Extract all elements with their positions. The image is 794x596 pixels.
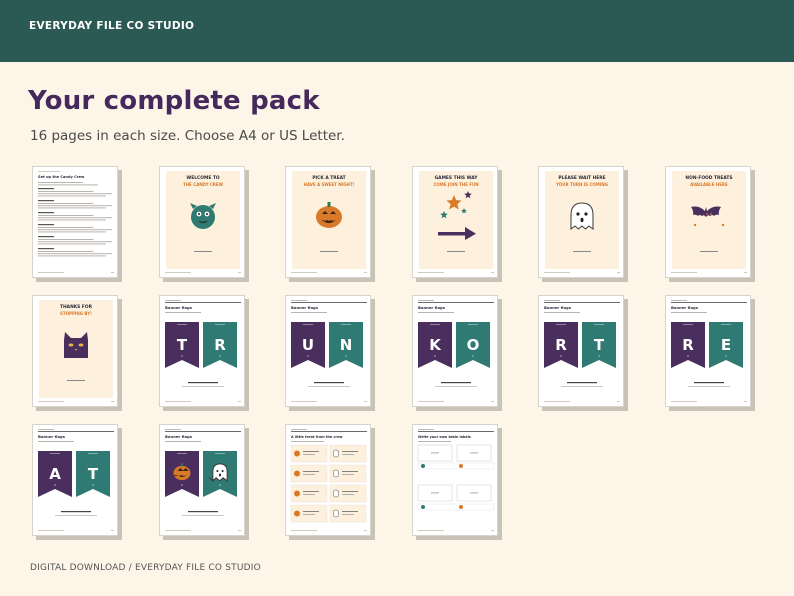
page-thumbnail: Banner flags R E	[664, 295, 755, 411]
svg-text:Write your own table labels: Write your own table labels	[418, 435, 471, 439]
banner-flag	[164, 451, 199, 497]
svg-text:COME JOIN THE FUN: COME JOIN THE FUN	[433, 182, 478, 187]
svg-text:YOUR TURN IS COMING: YOUR TURN IS COMING	[555, 182, 608, 187]
svg-text:Banner flags: Banner flags	[671, 305, 699, 310]
page-sheet: WELCOME TO THE CANDY CREW	[158, 166, 245, 278]
page-title: Your complete pack	[28, 86, 320, 116]
svg-text:Banner flags: Banner flags	[165, 434, 193, 439]
ghost-icon	[570, 202, 594, 230]
banner-flag	[202, 451, 237, 497]
page-thumbnail: Banner flags T R	[158, 295, 249, 411]
svg-text:Banner flags: Banner flags	[165, 305, 193, 310]
banner-flag: T	[582, 322, 616, 368]
svg-text:Banner flags: Banner flags	[38, 434, 66, 439]
page-sheet: Set up the Candy Crew	[32, 166, 118, 278]
page-sheet: GAMES THIS WAY COME JOIN THE FUN	[411, 166, 498, 278]
svg-text:A little treat from the crew: A little treat from the crew	[291, 435, 343, 439]
svg-text:K: K	[429, 336, 442, 354]
page-thumbnail: Banner flags R T	[538, 295, 628, 411]
svg-text:T: T	[594, 336, 605, 354]
page-sheet: Banner flags T R	[158, 295, 245, 407]
page-sheet: THANKS FOR STOPPING BY!	[32, 295, 118, 407]
banner-flag: E	[708, 322, 743, 368]
page-sheet: Banner flags	[158, 424, 245, 536]
svg-text:R: R	[214, 336, 226, 354]
svg-text:Banner flags: Banner flags	[418, 305, 446, 310]
page-thumbnail: Banner flags K O	[411, 295, 502, 411]
svg-text:U: U	[302, 336, 314, 354]
page-thumbnail: PLEASE WAIT HERE YOUR TURN IS COMING	[538, 166, 628, 282]
svg-text:NON-FOOD TREATS: NON-FOOD TREATS	[685, 175, 732, 181]
svg-text:AVAILABLE HERE: AVAILABLE HERE	[690, 182, 728, 187]
page-sheet: PLEASE WAIT HERE YOUR TURN IS COMING	[538, 166, 624, 278]
page-thumbnail: Banner flags A T	[32, 424, 122, 540]
banner-flag: T	[164, 322, 199, 368]
page-thumbnail: Banner flags	[158, 424, 249, 540]
svg-text:GAMES THIS WAY: GAMES THIS WAY	[434, 175, 478, 181]
page-thumbnail: NON-FOOD TREATS AVAILABLE HERE	[664, 166, 755, 282]
svg-text:Banner flags: Banner flags	[291, 305, 319, 310]
banner-flag: N	[329, 322, 363, 368]
svg-text:R: R	[682, 336, 694, 354]
banner-flag: R	[670, 322, 705, 368]
page-sheet: NON-FOOD TREATS AVAILABLE HERE	[664, 166, 751, 278]
banner-flag: U	[291, 322, 325, 368]
page-thumbnail: PICK A TREAT HAVE A SWEET NIGHT!	[285, 166, 375, 282]
footer-text: DIGITAL DOWNLOAD / EVERYDAY FILE CO STUD…	[30, 563, 261, 573]
brand-name: EVERYDAY FILE CO STUDIO	[29, 20, 195, 32]
svg-text:O: O	[466, 336, 479, 354]
page-thumbnail: Banner flags U N	[285, 295, 375, 411]
page-subtitle: 16 pages in each size. Choose A4 or US L…	[30, 128, 345, 144]
svg-text:PICK A TREAT: PICK A TREAT	[312, 175, 345, 181]
banner-flag: R	[202, 322, 237, 368]
page-sheet: Banner flags R E	[664, 295, 751, 407]
page-sheet: Banner flags U N	[285, 295, 371, 407]
page-thumbnail: THANKS FOR STOPPING BY!	[32, 295, 122, 411]
banner-flag: A	[38, 451, 72, 497]
page-thumbnail: A little treat from the crew	[285, 424, 375, 540]
svg-text:T: T	[88, 465, 99, 483]
page-thumbnail: WELCOME TO THE CANDY CREW	[158, 166, 249, 282]
svg-text:R: R	[555, 336, 567, 354]
svg-text:N: N	[340, 336, 353, 354]
svg-text:T: T	[176, 336, 187, 354]
banner-flag: O	[455, 322, 490, 368]
page-sheet: Banner flags K O	[411, 295, 498, 407]
page-thumbnail: Set up the Candy Crew	[32, 166, 122, 282]
svg-text:E: E	[720, 336, 730, 354]
svg-text:STOPPING BY!: STOPPING BY!	[60, 311, 92, 316]
svg-text:THANKS FOR: THANKS FOR	[60, 304, 93, 310]
svg-text:HAVE A SWEET NIGHT!: HAVE A SWEET NIGHT!	[304, 182, 355, 187]
page-sheet: A little treat from the crew	[285, 424, 371, 536]
page-thumbnail: GAMES THIS WAY COME JOIN THE FUN	[411, 166, 502, 282]
svg-text:THE CANDY CREW: THE CANDY CREW	[182, 182, 223, 187]
page-sheet: Write your own table labels	[411, 424, 498, 536]
svg-text:Set up the Candy Crew: Set up the Candy Crew	[38, 175, 85, 179]
svg-text:PLEASE WAIT HERE: PLEASE WAIT HERE	[558, 175, 605, 181]
svg-text:Banner flags: Banner flags	[544, 305, 572, 310]
page-thumbnail: Write your own table labels	[411, 424, 502, 540]
svg-text:WELCOME TO: WELCOME TO	[186, 175, 219, 181]
page-sheet: Banner flags A T	[32, 424, 118, 536]
page-sheet: PICK A TREAT HAVE A SWEET NIGHT!	[285, 166, 371, 278]
svg-text:A: A	[49, 465, 61, 483]
banner-flag: T	[76, 451, 110, 497]
header-bar: EVERYDAY FILE CO STUDIO	[0, 0, 794, 62]
banner-flag: K	[417, 322, 452, 368]
banner-flag: R	[544, 322, 578, 368]
page-sheet: Banner flags R T	[538, 295, 624, 407]
